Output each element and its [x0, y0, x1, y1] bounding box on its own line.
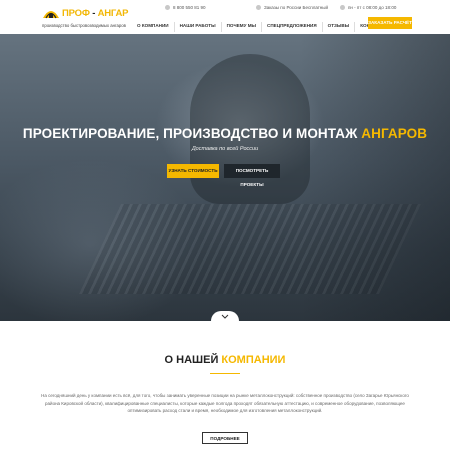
location-icon: [256, 5, 261, 10]
nav-item-why-us[interactable]: ПОЧЕМУ МЫ: [222, 22, 263, 32]
phone-text: 8 800 550 81 90: [173, 5, 206, 10]
chevron-down-icon: [221, 314, 229, 319]
about-text: На сегодняшний день у компании есть всё,…: [41, 393, 409, 413]
header: ПРОФ - АНГАР производство быстровозводим…: [0, 0, 450, 34]
view-projects-button[interactable]: ПОСМОТРЕТЬ ПРОЕКТЫ: [224, 164, 280, 187]
region-contact: Заказы по России Бесплатный: [256, 5, 328, 10]
nav-item-reviews[interactable]: ОТЗЫВЫ: [323, 22, 356, 32]
hero-section: ПРОЕКТИРОВАНИЕ, ПРОИЗВОДСТВО И МОНТАЖ АН…: [0, 34, 450, 321]
clock-icon: [340, 5, 345, 10]
hours-text: пн - пт с 08:00 до 18:00: [348, 5, 397, 10]
region-text: Заказы по России Бесплатный: [264, 5, 329, 10]
hero-title: ПРОЕКТИРОВАНИЕ, ПРОИЗВОДСТВО И МОНТАЖ АН…: [22, 126, 428, 141]
brand-tagline: производство быстровозводимых ангаров: [42, 23, 126, 28]
title-underline: [210, 373, 240, 374]
get-price-button[interactable]: УЗНАТЬ СТОИМОСТЬ: [167, 164, 219, 178]
phone-icon: [165, 5, 170, 10]
phone-contact[interactable]: 8 800 550 81 90: [165, 5, 206, 10]
more-button[interactable]: ПОДРОБНЕЕ: [202, 432, 248, 444]
main-nav: О КОМПАНИИ НАШИ РАБОТЫ ПОЧЕМУ МЫ СПЕЦПРЕ…: [132, 22, 391, 32]
order-calculation-button[interactable]: ЗАКАЗАТЬ РАСЧЁТ: [368, 17, 412, 29]
about-section: О НАШЕЙ КОМПАНИИ На сегодняшний день у к…: [0, 321, 450, 450]
hero-buttons: УЗНАТЬ СТОИМОСТЬ ПОСМОТРЕТЬ ПРОЕКТЫ: [0, 164, 450, 187]
nav-item-works[interactable]: НАШИ РАБОТЫ: [175, 22, 222, 32]
hero-subtitle: Доставка по всей России: [191, 146, 259, 152]
nav-item-about[interactable]: О КОМПАНИИ: [132, 22, 175, 32]
about-title: О НАШЕЙ КОМПАНИИ: [164, 354, 286, 366]
page: ПРОФ - АНГАР производство быстровозводим…: [0, 0, 450, 450]
contacts-bar: 8 800 550 81 90 Заказы по России Бесплат…: [0, 5, 450, 15]
scroll-down-button[interactable]: [211, 311, 239, 321]
hours-contact: пн - пт с 08:00 до 18:00: [340, 5, 396, 10]
nav-item-offers[interactable]: СПЕЦПРЕДЛОЖЕНИЯ: [262, 22, 323, 32]
